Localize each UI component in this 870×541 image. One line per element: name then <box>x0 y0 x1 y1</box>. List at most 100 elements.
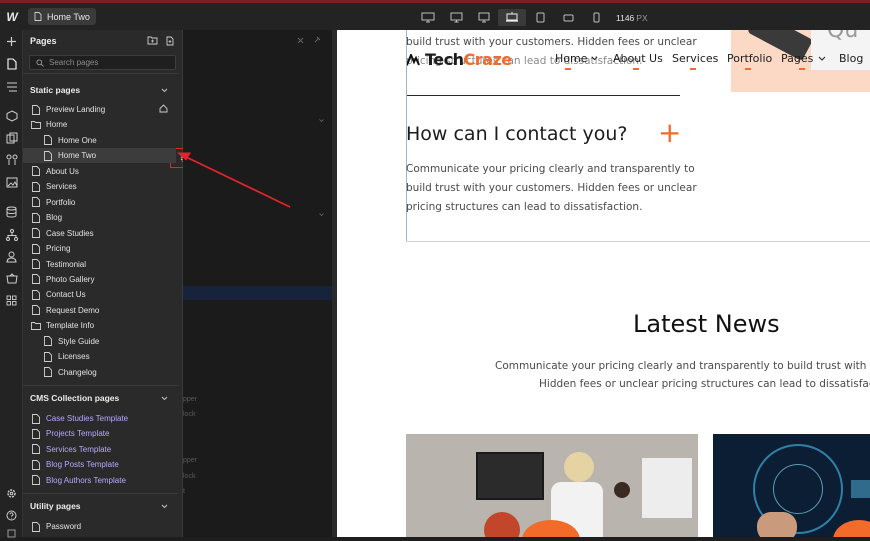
design-canvas[interactable]: Qu build trust with your customers. Hidd… <box>337 30 870 537</box>
nav-link-pages[interactable]: Pages <box>781 52 813 65</box>
static-pages-header[interactable]: Static pages <box>23 79 176 101</box>
logic-icon[interactable] <box>4 227 19 242</box>
utility-page-item[interactable]: Password <box>23 519 176 534</box>
chevron-down-icon <box>161 88 168 92</box>
breakpoint-large-desktop-icon[interactable] <box>414 9 442 26</box>
pin-icon[interactable] <box>313 36 321 44</box>
faq-bottom-border <box>406 241 870 242</box>
new-folder-icon[interactable] <box>147 36 158 45</box>
page-icon <box>31 104 41 115</box>
cms-pages-header[interactable]: CMS Collection pages <box>23 387 176 409</box>
page-item-home-one[interactable]: Home One <box>23 133 176 148</box>
divider <box>23 385 178 386</box>
assets-icon[interactable] <box>4 175 19 190</box>
search-input[interactable] <box>49 58 169 67</box>
components-icon[interactable] <box>4 108 19 123</box>
page-item-testimonial[interactable]: Testimonial <box>23 257 176 272</box>
variables-icon[interactable] <box>4 152 19 167</box>
page-icon <box>43 367 53 378</box>
page-icon <box>31 459 41 470</box>
page-item-about-us[interactable]: About Us <box>23 164 176 179</box>
canvas-width-readout[interactable]: 1146 PX <box>616 13 648 23</box>
page-icon <box>31 212 41 223</box>
users-icon[interactable] <box>4 249 19 264</box>
news-card-image[interactable] <box>406 434 698 537</box>
chevron-down-icon <box>161 396 168 400</box>
breakpoint-mobile-landscape-icon[interactable] <box>554 9 582 26</box>
breakpoint-desktop-wide-icon[interactable] <box>442 9 470 26</box>
breakpoint-base-icon[interactable] <box>498 9 526 26</box>
page-item-home-two[interactable]: Home Two <box>23 148 176 164</box>
add-icon[interactable] <box>4 34 19 49</box>
page-item-portfolio[interactable]: Portfolio <box>23 195 176 210</box>
audit-icon[interactable] <box>4 526 19 541</box>
nav-link-portfolio[interactable]: Portfolio <box>727 52 772 65</box>
webflow-logo[interactable]: W <box>0 3 24 30</box>
cms-page-item[interactable]: Blog Authors Template <box>23 473 176 488</box>
help-icon[interactable] <box>4 508 19 523</box>
nav-indicator <box>799 68 805 70</box>
cms-icon[interactable] <box>4 204 19 219</box>
news-card-image[interactable] <box>713 434 870 537</box>
nav-link-about[interactable]: About Us <box>613 52 663 65</box>
current-page-pill[interactable]: Home Two <box>28 8 96 25</box>
canvas-width-value: 1146 <box>616 12 635 23</box>
nav-indicator <box>633 68 639 70</box>
page-item-label: Home Two <box>58 151 97 161</box>
faq-toggle-plus-icon[interactable]: + <box>658 119 681 147</box>
pages-icon[interactable] <box>4 56 19 71</box>
page-item-contact-us[interactable]: Contact Us <box>23 287 176 302</box>
cms-page-label: Case Studies Template <box>46 414 129 423</box>
page-item-photo-gallery[interactable]: Photo Gallery <box>23 272 176 287</box>
nav-link-blog[interactable]: Blog <box>839 52 863 65</box>
utility-pages-title: Utility pages <box>30 501 81 511</box>
breakpoint-tablet-icon[interactable] <box>526 9 554 26</box>
cms-page-item[interactable]: Services Template <box>23 442 176 457</box>
folder-icon <box>31 321 41 331</box>
left-icon-bar <box>0 30 23 538</box>
page-item-preview-landing[interactable]: Preview Landing <box>23 102 176 117</box>
page-item-blog[interactable]: Blog <box>23 210 176 225</box>
cms-page-label: Blog Posts Template <box>46 460 119 470</box>
pages-panel-title: Pages <box>30 35 57 46</box>
cms-pages-title: CMS Collection pages <box>30 393 120 403</box>
cms-page-item[interactable]: Case Studies Template <box>23 411 176 426</box>
page-item-licenses[interactable]: Licenses <box>23 349 176 364</box>
apps-icon[interactable] <box>4 293 19 308</box>
chevron-down-icon <box>161 504 168 508</box>
site-logo[interactable]: TechCraze <box>425 50 512 69</box>
page-item-changelog[interactable]: Changelog <box>23 365 176 380</box>
faq-answer-line: build trust with your customers. Hidden … <box>406 182 697 194</box>
settings-icon[interactable] <box>4 486 19 501</box>
navigator-behind-panel: pper lock pper lock t <box>183 30 332 537</box>
page-item-services[interactable]: Services <box>23 179 176 194</box>
cms-page-item[interactable]: Blog Posts Template <box>23 457 176 472</box>
nav-link-home[interactable]: Home <box>555 52 587 65</box>
page-item-request-demo[interactable]: Request Demo <box>23 303 176 318</box>
page-icon <box>31 444 41 455</box>
symbols-icon[interactable] <box>4 130 19 145</box>
new-page-icon[interactable] <box>166 36 175 46</box>
navigator-icon[interactable] <box>4 79 19 94</box>
page-icon <box>31 475 41 486</box>
faq-question[interactable]: How can I contact you? <box>406 123 627 145</box>
cms-page-item[interactable]: Projects Template <box>23 426 176 441</box>
page-item-style-guide[interactable]: Style Guide <box>23 334 176 349</box>
page-icon <box>43 336 53 347</box>
nav-link-services[interactable]: Services <box>672 52 718 65</box>
page-item-pricing[interactable]: Pricing <box>23 241 176 256</box>
page-item-template-info[interactable]: Template Info <box>23 318 176 333</box>
annotation-arrow-icon <box>177 152 291 208</box>
static-pages-title: Static pages <box>30 85 81 95</box>
ecommerce-icon[interactable] <box>4 271 19 286</box>
search-pages[interactable] <box>29 55 176 70</box>
page-item-label: Photo Gallery <box>46 274 95 284</box>
close-icon[interactable] <box>297 37 304 44</box>
page-item-label: Case Studies <box>46 228 94 238</box>
breakpoint-desktop-icon[interactable] <box>470 9 498 26</box>
breakpoint-mobile-icon[interactable] <box>582 9 610 26</box>
page-item-label: Preview Landing <box>46 105 106 114</box>
page-item-case-studies[interactable]: Case Studies <box>23 226 176 241</box>
utility-pages-header[interactable]: Utility pages <box>23 495 176 517</box>
page-item-home[interactable]: Home <box>23 117 176 132</box>
